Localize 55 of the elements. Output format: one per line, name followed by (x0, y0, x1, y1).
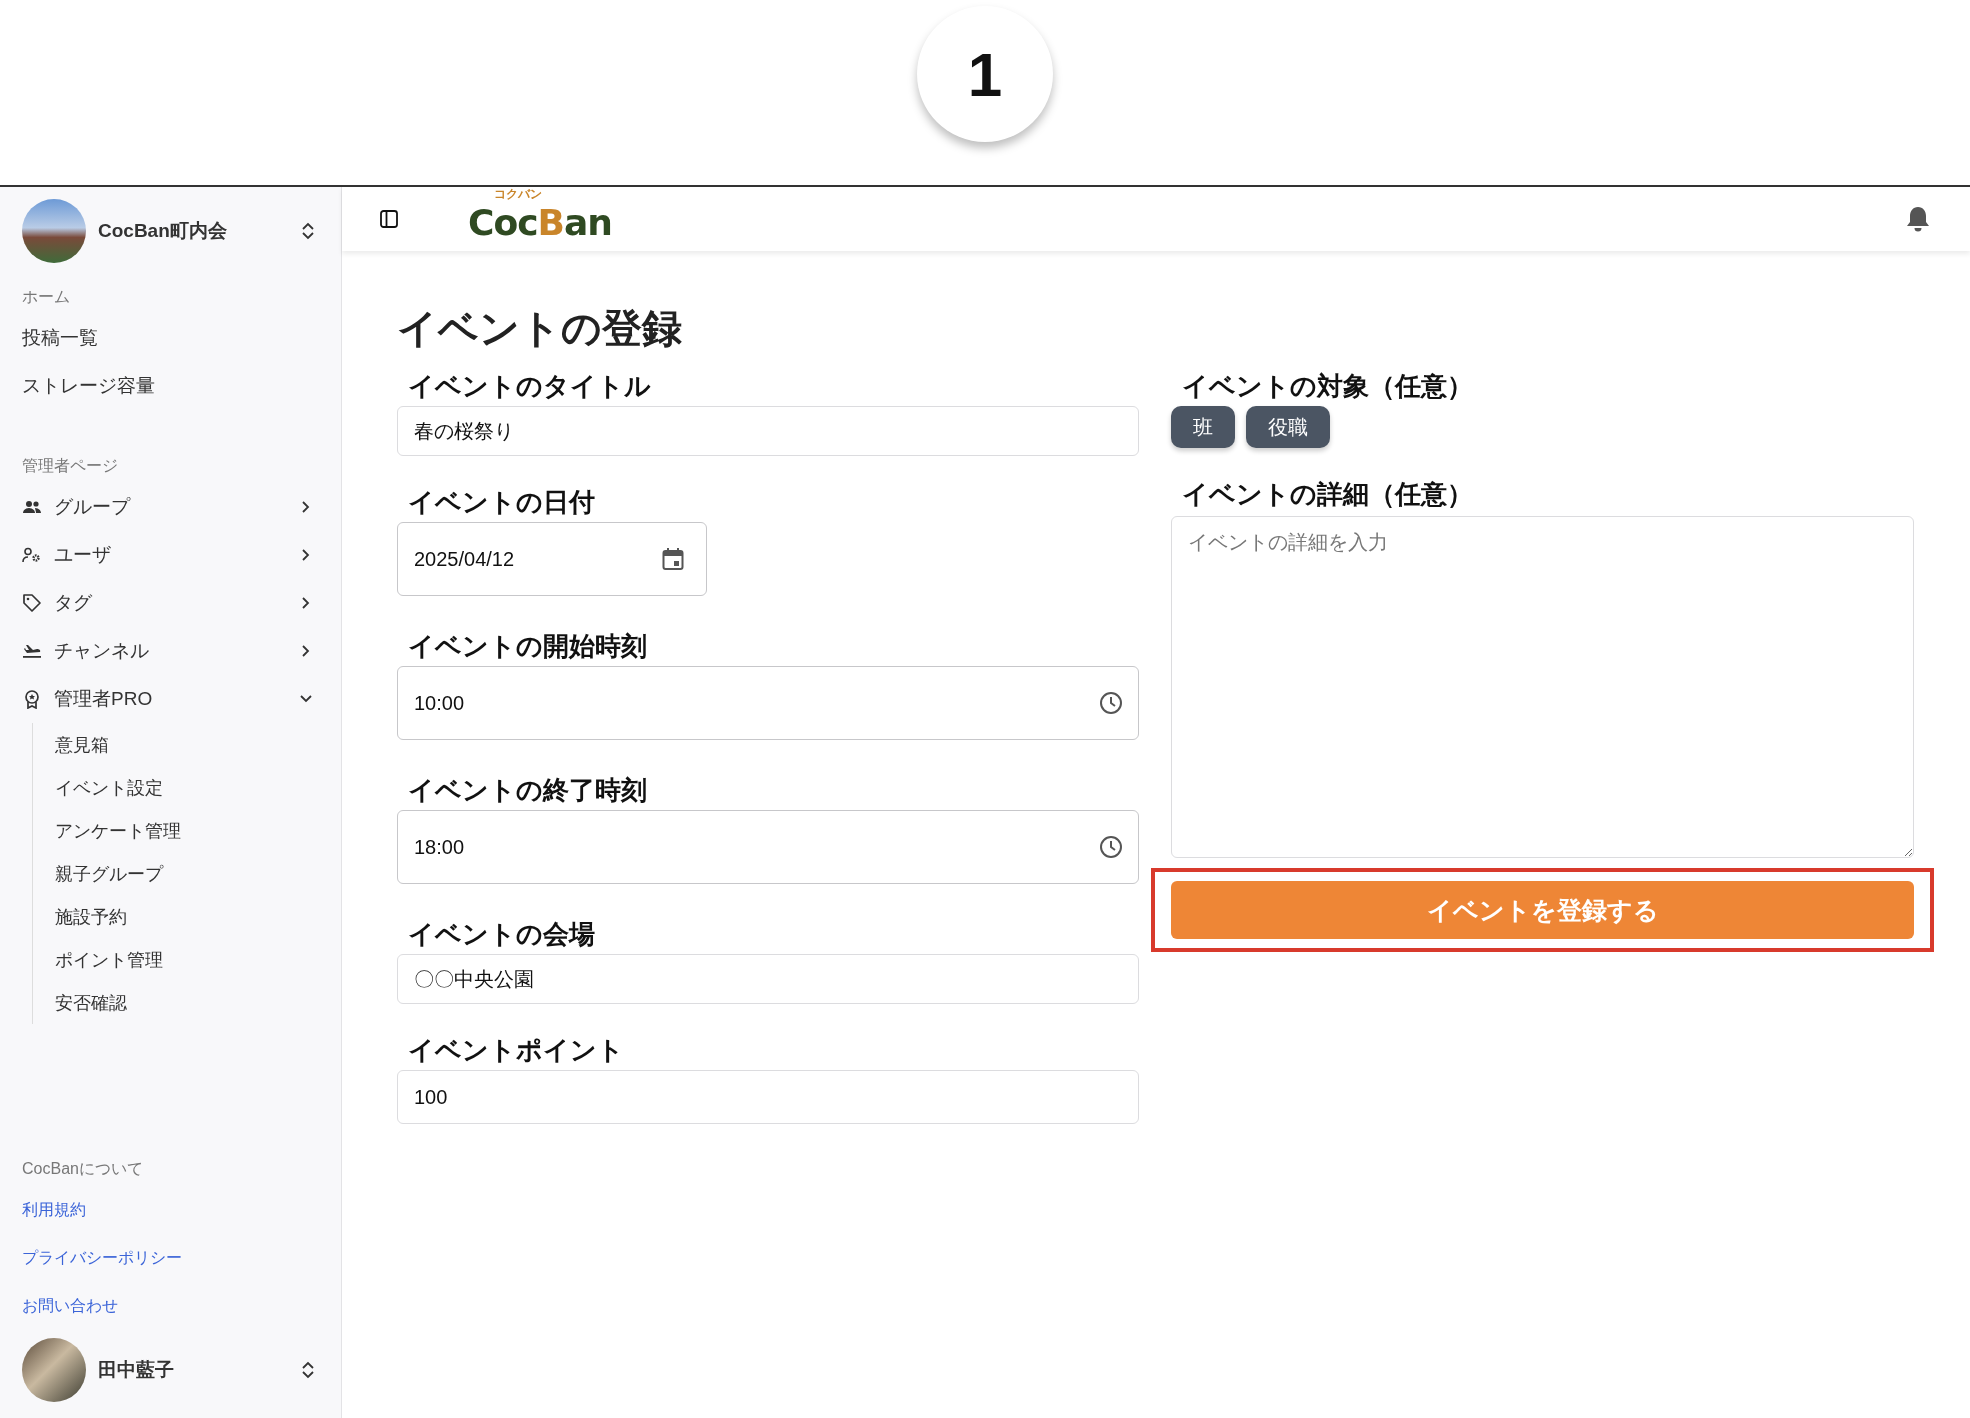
footer-link[interactable]: お問い合わせ (22, 1282, 118, 1330)
clock-icon[interactable] (1099, 835, 1123, 859)
user-gear-icon (22, 547, 42, 563)
nav-item[interactable]: 管理者PRO (54, 686, 287, 712)
field-label: イベントポイント (407, 1034, 625, 1067)
field-label: イベントの終了時刻 (407, 774, 648, 807)
details-text-area[interactable]: イベントの詳細を入力 (1171, 516, 1914, 858)
field-label: イベントの日付 (407, 486, 596, 519)
page-title: イベントの登録 (397, 305, 683, 352)
section-heading: 管理者ページ (22, 456, 119, 476)
nav-subitem[interactable]: アンケート管理 (55, 809, 319, 852)
nav-subitem[interactable]: 安否確認 (55, 981, 319, 1024)
award-icon (22, 689, 42, 709)
step-number-badge: 1 (917, 6, 1053, 142)
text-field[interactable]: 100 (397, 1070, 1139, 1124)
footer-link[interactable]: プライバシーポリシー (22, 1234, 182, 1282)
nav-subitem[interactable]: 施設予約 (55, 895, 319, 938)
nav-item[interactable]: ユーザ (54, 542, 287, 568)
nav-subitem[interactable]: 意見箱 (55, 723, 319, 766)
nav-item[interactable]: チャンネル (54, 638, 287, 664)
nav-subitem[interactable]: イベント設定 (55, 766, 319, 809)
time-field[interactable]: 18:00 (397, 810, 1139, 884)
calendar-icon[interactable] (662, 547, 684, 571)
nav-item[interactable]: グループ (54, 494, 287, 520)
section-heading: ホーム (22, 287, 71, 307)
section-heading: CocBanについて (22, 1159, 144, 1179)
field-label: イベントの対象（任意） (1181, 370, 1474, 403)
clock-icon[interactable] (1099, 691, 1123, 715)
field-label: イベントの詳細（任意） (1181, 478, 1474, 511)
notification-bell-icon[interactable] (1906, 205, 1930, 233)
time-field[interactable]: 10:00 (397, 666, 1139, 740)
nav-item[interactable]: ストレージ容量 (22, 362, 319, 410)
airplane-icon (22, 643, 42, 659)
nav-subitem[interactable]: ポイント管理 (55, 938, 319, 981)
text-field[interactable]: 〇〇中央公園 (397, 954, 1139, 1004)
nav-item[interactable]: 投稿一覧 (22, 314, 319, 362)
logo-ruby: コクバン (494, 185, 542, 203)
field-label: イベントのタイトル (407, 370, 652, 403)
nav-subitem[interactable]: 親子グループ (55, 852, 319, 895)
text-field[interactable]: 春の桜祭り (397, 406, 1139, 456)
target-option-button[interactable]: 班 (1171, 406, 1235, 448)
field-label: イベントの開始時刻 (407, 630, 648, 663)
logo: CocBan (468, 201, 612, 243)
people-icon (22, 500, 42, 514)
target-option-button[interactable]: 役職 (1246, 406, 1330, 448)
organization-name[interactable]: CocBan町内会 (98, 218, 289, 244)
tag-icon (22, 593, 42, 613)
chevron-up-down-icon[interactable] (301, 221, 315, 241)
footer-link[interactable]: 利用規約 (22, 1186, 86, 1234)
chevron-up-down-icon[interactable] (301, 1360, 315, 1380)
field-label: イベントの会場 (407, 918, 596, 951)
date-field[interactable]: 2025/04/12 (397, 522, 707, 596)
sidebar-toggle-icon[interactable] (380, 210, 398, 228)
user-name[interactable]: 田中藍子 (98, 1357, 289, 1383)
nav-item[interactable]: タグ (54, 590, 287, 616)
